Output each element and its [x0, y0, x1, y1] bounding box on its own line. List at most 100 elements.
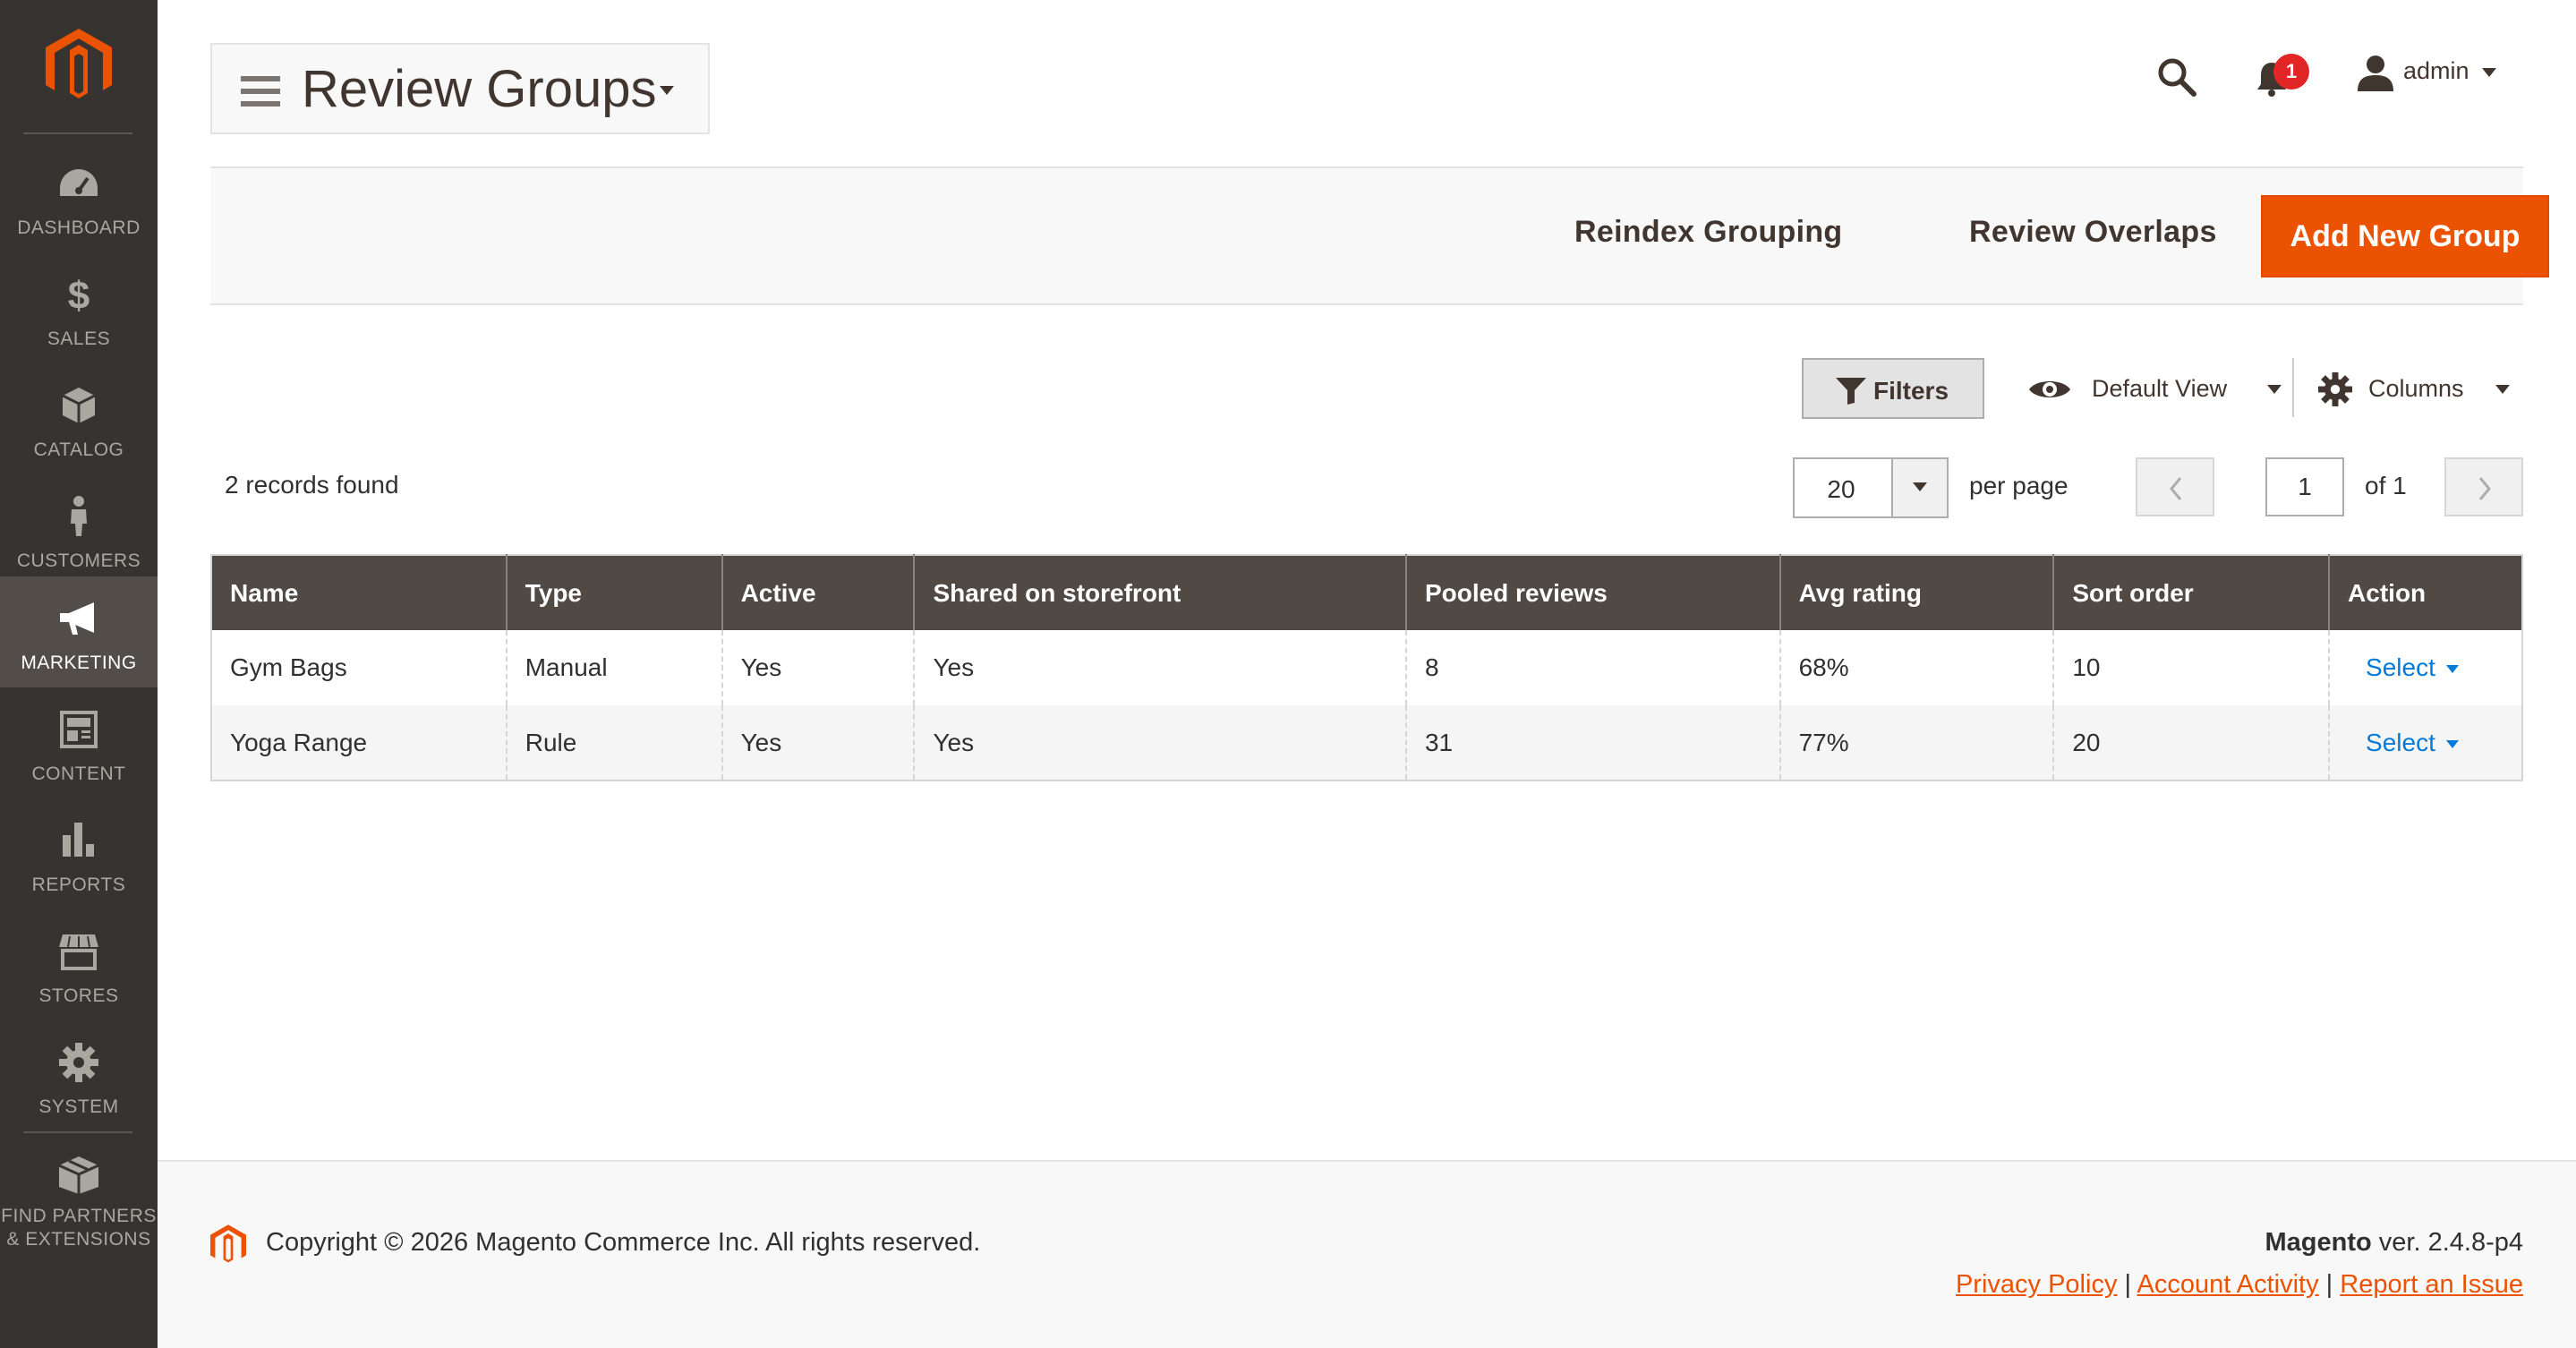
chevron-down-icon: [2495, 385, 2510, 394]
chevron-left-icon: [2170, 477, 2182, 500]
brand-name: Magento: [2265, 1228, 2372, 1257]
page-number-input[interactable]: 1: [2265, 457, 2344, 516]
review-overlaps-button[interactable]: Review Overlaps: [1969, 215, 2217, 250]
bar-chart-icon: [0, 818, 158, 863]
review-groups-grid: Name Type Active Shared on storefront Po…: [210, 554, 2523, 781]
sidebar-item-sales[interactable]: $ SALES: [0, 252, 158, 363]
column-header-name[interactable]: Name: [211, 555, 507, 630]
sidebar-item-catalog[interactable]: CATALOG: [0, 363, 158, 474]
add-new-group-button[interactable]: Add New Group: [2261, 195, 2549, 277]
row-action-select[interactable]: Select: [2348, 729, 2459, 756]
chevron-down-icon: [2481, 67, 2496, 77]
sidebar-item-content[interactable]: CONTENT: [0, 687, 158, 798]
report-issue-link[interactable]: Report an Issue: [2340, 1270, 2523, 1299]
select-label: Select: [2366, 728, 2435, 756]
grid-header-row: Name Type Active Shared on storefront Po…: [211, 555, 2522, 630]
sidebar-item-customers[interactable]: CUSTOMERS: [0, 474, 158, 585]
column-header-active[interactable]: Active: [721, 555, 915, 630]
page-total: of 1: [2365, 472, 2407, 499]
privacy-policy-link[interactable]: Privacy Policy: [1956, 1270, 2118, 1299]
notification-badge[interactable]: 1: [2273, 54, 2309, 90]
cell-name: Gym Bags: [230, 653, 347, 681]
chevron-right-icon: [2478, 477, 2491, 500]
prev-page-button[interactable]: [2136, 457, 2214, 516]
sidebar-item-marketing[interactable]: MARKETING: [0, 576, 158, 687]
sidebar-item-label: MARKETING: [21, 653, 137, 673]
sidebar-item-label: & EXTENSIONS: [6, 1229, 151, 1250]
sidebar-item-label: CATALOG: [33, 439, 124, 460]
sidebar-item-label: SYSTEM: [38, 1096, 119, 1117]
cube-icon: [0, 383, 158, 428]
page-title: Review Groups: [302, 60, 657, 118]
main-content: Review Groups 1 admin Reindex Grouping R…: [158, 0, 2576, 1348]
sidebar-divider: [23, 132, 132, 134]
cell-avg-rating: 77%: [1778, 705, 2054, 781]
sidebar-item-dashboard[interactable]: DASHBOARD: [0, 141, 158, 252]
next-page-button[interactable]: [2444, 457, 2523, 516]
eye-icon: [2029, 381, 2070, 397]
cell-type: Rule: [505, 705, 722, 781]
sidebar-item-label: FIND PARTNERS: [1, 1206, 157, 1226]
store-icon: [0, 929, 158, 974]
row-action-select[interactable]: Select: [2348, 653, 2459, 681]
page-actions-bar: Reindex Grouping Review Overlaps Add New…: [210, 166, 2549, 305]
filters-button[interactable]: Filters: [1802, 358, 1984, 419]
megaphone-icon: [0, 596, 158, 641]
menu-icon: [241, 76, 280, 107]
reindex-grouping-button[interactable]: Reindex Grouping: [1574, 215, 1842, 250]
column-header-type[interactable]: Type: [505, 555, 722, 630]
cell-pooled: 8: [1404, 630, 1780, 705]
cell-action: Select: [2328, 630, 2522, 705]
magento-logo[interactable]: [0, 0, 158, 132]
cell-avg-rating: 68%: [1778, 630, 2054, 705]
columns-dropdown[interactable]: Columns: [2318, 358, 2524, 419]
sidebar-item-stores[interactable]: STORES: [0, 909, 158, 1020]
column-header-sort-order[interactable]: Sort order: [2052, 555, 2330, 630]
column-header-shared[interactable]: Shared on storefront: [913, 555, 1406, 630]
sidebar-item-system[interactable]: SYSTEM: [0, 1020, 158, 1131]
copyright-text: Copyright © 2026 Magento Commerce Inc. A…: [266, 1228, 981, 1257]
cell-action: Select: [2328, 705, 2522, 781]
sidebar-item-label: DASHBOARD: [17, 218, 141, 238]
default-view-label: Default View: [2092, 375, 2228, 402]
gear-icon: [0, 1040, 158, 1085]
column-header-avg-rating[interactable]: Avg rating: [1778, 555, 2054, 630]
cell-name: Yoga Range: [211, 705, 507, 781]
cell-active: Yes: [721, 705, 915, 781]
version-number: ver. 2.4.8-p4: [2371, 1228, 2523, 1257]
magento-logo-icon: [46, 29, 112, 98]
column-header-action: Action: [2328, 555, 2522, 630]
cell-sort-order: 10: [2052, 630, 2330, 705]
dashboard-icon: [0, 161, 158, 206]
columns-label: Columns: [2368, 375, 2464, 402]
column-header-pooled[interactable]: Pooled reviews: [1404, 555, 1780, 630]
magento-logo-icon: [210, 1224, 246, 1263]
chevron-down-icon: [660, 86, 674, 95]
extensions-icon: [0, 1153, 158, 1198]
admin-sidebar: DASHBOARD $ SALES CATALOG CUSTOMERS MARK…: [0, 0, 158, 1348]
search-icon[interactable]: [2157, 57, 2196, 97]
user-menu[interactable]: admin: [2403, 57, 2496, 85]
sidebar-item-reports[interactable]: REPORTS: [0, 798, 158, 909]
person-icon: [0, 494, 158, 539]
per-page-dropdown-toggle[interactable]: [1891, 459, 1947, 516]
chevron-down-icon: [2445, 739, 2459, 748]
cell-shared: Yes: [913, 705, 1406, 781]
sidebar-item-label: CUSTOMERS: [16, 550, 141, 571]
table-row[interactable]: Yoga Range Rule Yes Yes 31 77% 20 Select: [211, 705, 2522, 781]
per-page-select[interactable]: 20: [1793, 457, 1949, 518]
chevron-down-icon: [2445, 665, 2459, 674]
sidebar-item-label: SALES: [47, 328, 111, 349]
footer-links: Privacy Policy | Account Activity | Repo…: [1955, 1270, 2523, 1299]
sidebar-item-partners[interactable]: FIND PARTNERS & EXTENSIONS: [0, 1133, 158, 1267]
account-activity-link[interactable]: Account Activity: [2137, 1270, 2319, 1299]
cell-pooled: 31: [1404, 705, 1780, 781]
table-row[interactable]: Gym Bags Manual Yes Yes 8 68% 10 Select: [211, 630, 2522, 705]
cell-sort-order: 20: [2052, 705, 2330, 781]
sidebar-item-label: STORES: [38, 985, 119, 1006]
sidebar-item-label: CONTENT: [31, 764, 126, 784]
chevron-down-icon: [1913, 482, 1927, 491]
user-icon[interactable]: [2356, 54, 2395, 93]
default-view-dropdown[interactable]: Default View: [2027, 358, 2287, 419]
page-title-switcher[interactable]: Review Groups: [210, 43, 710, 134]
